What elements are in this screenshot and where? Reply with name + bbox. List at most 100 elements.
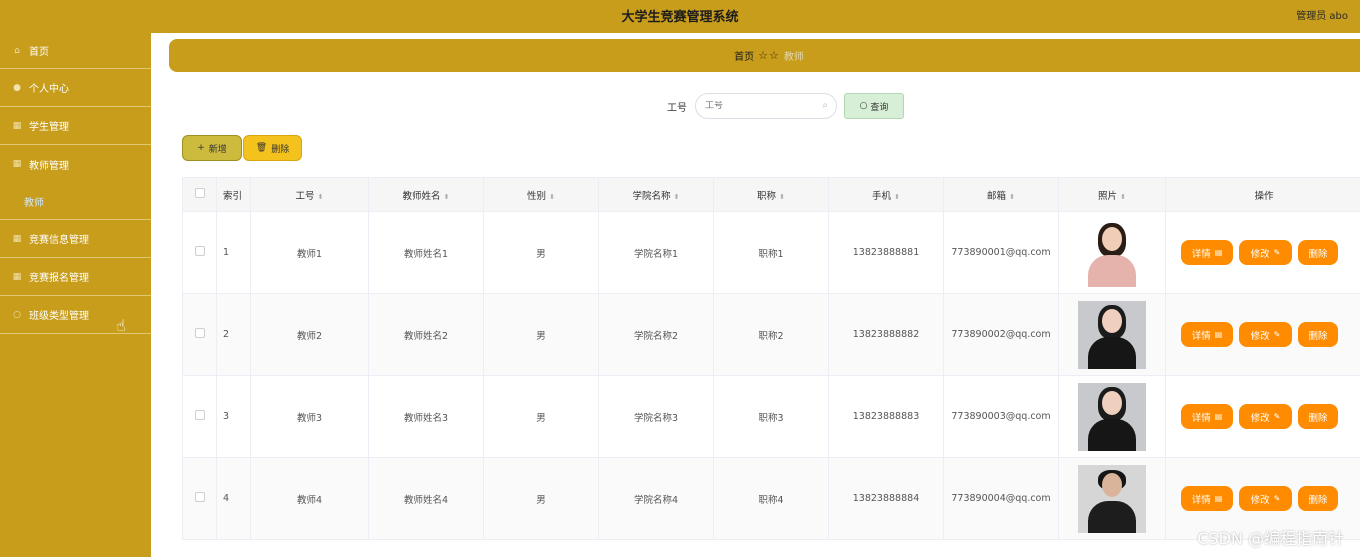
table-row: 2 教师2 教师姓名2 男 学院名称2 职称2 13823888882 7738… — [182, 293, 1360, 376]
grid-icon: ▦ — [12, 120, 22, 131]
row-checkbox[interactable] — [182, 375, 217, 458]
sidebar-item-label: 班级类型管理 — [29, 311, 89, 322]
cell-phone: 13823888881 — [828, 211, 944, 294]
cell-photo — [1058, 457, 1166, 540]
sidebar-item-registration[interactable]: ▦ 竞赛报名管理 — [0, 258, 151, 296]
hand-cursor-icon: ☝ — [116, 316, 126, 335]
add-button[interactable]: + 新增 — [182, 135, 242, 161]
table-row: 3 教师3 教师姓名3 男 学院名称3 职称3 13823888883 7738… — [182, 375, 1360, 458]
cell-title: 职称4 — [713, 457, 829, 540]
document-icon: ▤ — [1214, 412, 1223, 421]
header-college[interactable]: 学院名称 ⬍ — [598, 177, 714, 212]
grid-icon: ▦ — [12, 159, 22, 169]
cell-id: 教师4 — [250, 457, 369, 540]
sidebar-item-profile[interactable]: ● 个人中心 — [0, 69, 151, 107]
breadcrumb-home[interactable]: 首页 — [734, 48, 754, 63]
header-email[interactable]: 邮箱 ⬍ — [943, 177, 1059, 212]
detail-button[interactable]: 详情 ▤ — [1181, 486, 1233, 511]
header-name[interactable]: 教师姓名 ⬍ — [368, 177, 484, 212]
plus-icon: + — [197, 143, 205, 153]
user-info[interactable]: 管理员 abo — [1296, 7, 1348, 22]
teacher-photo[interactable] — [1078, 218, 1146, 287]
sort-icon: ⬍ — [1120, 192, 1126, 201]
sort-icon: ⬍ — [894, 192, 900, 201]
sidebar-item-label: 首页 — [29, 47, 49, 58]
teacher-photo[interactable] — [1078, 300, 1146, 369]
search-label: 工号 — [667, 102, 687, 114]
cell-email: 773890001@qq.com — [943, 211, 1059, 294]
header-phone[interactable]: 手机 ⬍ — [828, 177, 944, 212]
add-button-label: 新增 — [208, 144, 227, 155]
sidebar-subitem-teacher[interactable]: 教师 — [0, 183, 151, 220]
row-checkbox[interactable] — [182, 211, 217, 294]
cell-actions: 详情 ▤ 修改 ✎ 删除 — [1165, 293, 1360, 376]
document-icon: ▤ — [1214, 330, 1223, 339]
header-title[interactable]: 职称 ⬍ — [713, 177, 829, 212]
cell-phone: 13823888883 — [828, 375, 944, 458]
sort-icon: ⬍ — [673, 192, 680, 201]
sidebar-item-home[interactable]: ⌂ 首页 — [0, 33, 151, 69]
search-field[interactable]: ⌕ — [695, 93, 837, 119]
teacher-photo[interactable] — [1078, 382, 1146, 451]
sort-icon: ⬍ — [1009, 192, 1015, 201]
app-title: 大学生竞赛管理系统 — [621, 10, 739, 25]
sort-icon: ⬍ — [549, 192, 555, 201]
row-checkbox[interactable] — [182, 457, 217, 540]
row-checkbox[interactable] — [182, 293, 217, 376]
cell-name: 教师姓名1 — [368, 211, 484, 294]
cell-college: 学院名称1 — [598, 211, 714, 294]
cell-title: 职称3 — [713, 375, 829, 458]
user-icon: ● — [13, 82, 21, 93]
sidebar-item-teachers[interactable]: ▦ 教师管理 — [0, 145, 151, 183]
cell-college: 学院名称2 — [598, 293, 714, 376]
sidebar-item-label: 竞赛信息管理 — [29, 235, 89, 246]
cell-gender: 男 — [483, 375, 599, 458]
grid-icon: ▦ — [12, 233, 22, 244]
cell-photo — [1058, 211, 1166, 294]
header-actions: 操作 — [1165, 177, 1360, 212]
header-gender[interactable]: 性别 ⬍ — [483, 177, 599, 212]
cell-actions: 详情 ▤ 修改 ✎ 删除 — [1165, 211, 1360, 294]
detail-button[interactable]: 详情 ▤ — [1181, 240, 1233, 265]
search-input[interactable] — [705, 101, 815, 111]
cell-id: 教师1 — [250, 211, 369, 294]
grid-icon: ▦ — [12, 271, 22, 282]
cell-title: 职称1 — [713, 211, 829, 294]
edit-button[interactable]: 修改 ✎ — [1239, 486, 1292, 511]
document-icon: ▤ — [1214, 248, 1223, 257]
cell-gender: 男 — [483, 457, 599, 540]
edit-button[interactable]: 修改 ✎ — [1239, 322, 1292, 347]
sidebar-item-class-type[interactable]: ○ 班级类型管理 — [0, 296, 151, 334]
cell-phone: 13823888884 — [828, 457, 944, 540]
query-button[interactable]: ○ 查询 — [844, 93, 904, 119]
home-icon: ⌂ — [14, 45, 20, 56]
edit-icon: ✎ — [1273, 494, 1281, 503]
row-delete-button[interactable]: 删除 — [1298, 240, 1338, 265]
row-delete-button[interactable]: 删除 — [1298, 322, 1338, 347]
edit-button[interactable]: 修改 ✎ — [1239, 240, 1292, 265]
watermark: CSDN @编程指南针 — [1197, 529, 1344, 548]
breadcrumb-current: 教师 — [783, 52, 804, 63]
sidebar-item-label: 个人中心 — [29, 84, 69, 95]
select-all-checkbox[interactable] — [182, 177, 217, 212]
sort-icon: ⬍ — [317, 192, 324, 201]
sort-icon: ⬍ — [779, 192, 785, 201]
sort-icon: ⬍ — [443, 192, 450, 201]
teacher-photo[interactable] — [1078, 464, 1146, 533]
cell-gender: 男 — [483, 211, 599, 294]
sidebar: ⌂ 首页 ● 个人中心 ▦ 学生管理 ▦ 教师管理 教师 ▦ 竞赛信息管理 ▦ … — [0, 33, 151, 557]
row-delete-button[interactable]: 删除 — [1298, 404, 1338, 429]
header-photo[interactable]: 照片 ⬍ — [1058, 177, 1166, 212]
delete-button[interactable]: 🗑︎ 删除 — [243, 135, 302, 161]
detail-button[interactable]: 详情 ▤ — [1181, 404, 1233, 429]
sidebar-item-students[interactable]: ▦ 学生管理 — [0, 107, 151, 145]
edit-button[interactable]: 修改 ✎ — [1239, 404, 1292, 429]
cell-phone: 13823888882 — [828, 293, 944, 376]
detail-button[interactable]: 详情 ▤ — [1181, 322, 1233, 347]
sidebar-item-label: 学生管理 — [29, 122, 69, 133]
row-delete-button[interactable]: 删除 — [1298, 486, 1338, 511]
cell-college: 学院名称4 — [598, 457, 714, 540]
header-id[interactable]: 工号 ⬍ — [250, 177, 369, 212]
sidebar-item-competition-info[interactable]: ▦ 竞赛信息管理 — [0, 220, 151, 258]
cell-index: 1 — [216, 211, 251, 294]
